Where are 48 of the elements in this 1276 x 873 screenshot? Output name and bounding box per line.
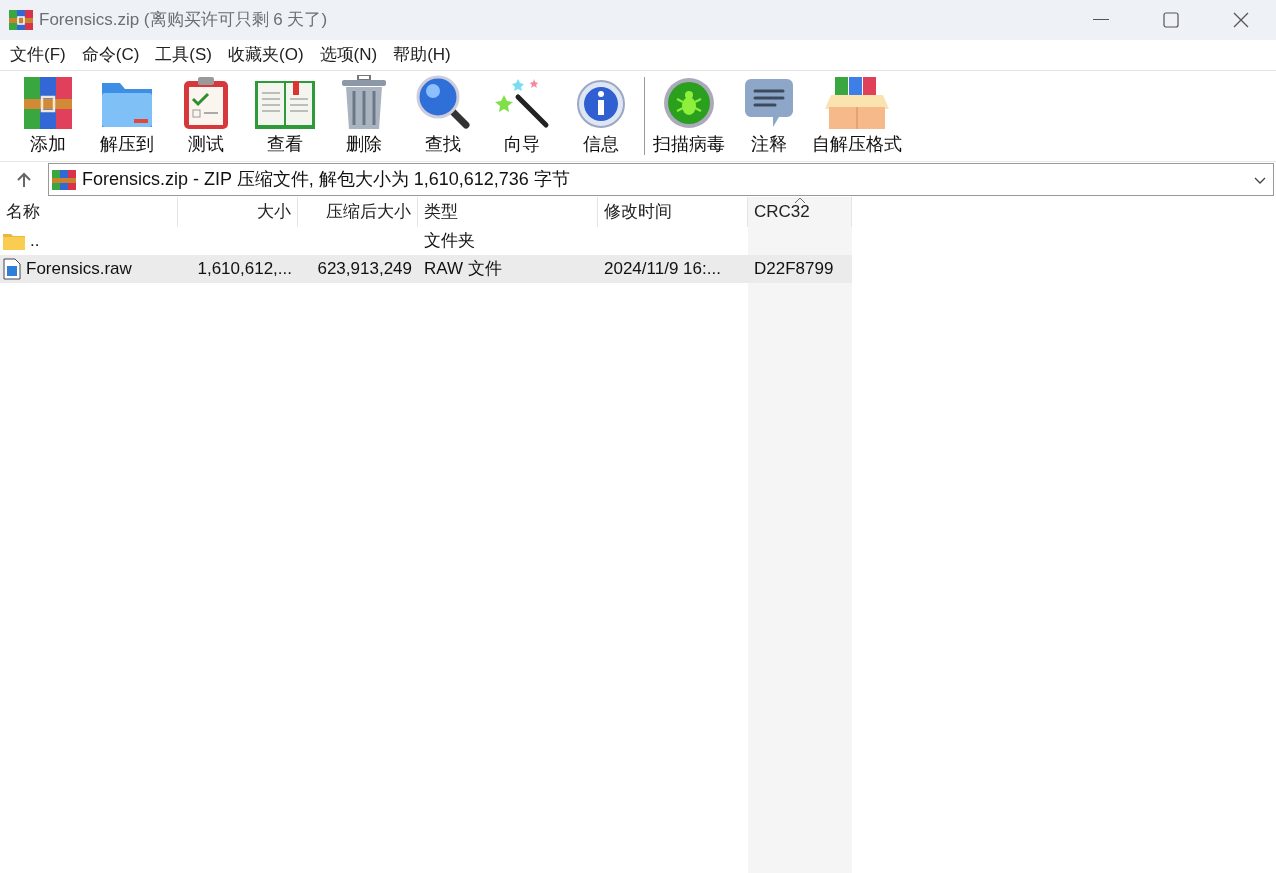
trash-can-icon <box>341 75 386 129</box>
toolbar-button[interactable]: 扫描病毒 <box>649 73 729 159</box>
file-icon <box>3 258 21 280</box>
sort-caret-icon <box>794 197 806 204</box>
toolbar-button[interactable]: 添加 <box>8 73 87 159</box>
file-name: Forensics.raw <box>26 258 132 281</box>
table-cell-text: RAW 文件 <box>424 258 502 281</box>
minimize-icon <box>1093 19 1109 21</box>
open-book-icon <box>254 79 315 129</box>
box-with-books-icon <box>825 77 889 129</box>
file-name: .. <box>30 230 40 253</box>
table-cell-text: 1,610,612,... <box>197 258 292 281</box>
table-cell-text: 623,913,249 <box>317 258 412 281</box>
magic-wand-icon <box>493 77 550 129</box>
info-icon <box>575 79 626 129</box>
add-icon <box>23 77 72 129</box>
maximize-icon <box>1163 12 1179 28</box>
toolbar-button[interactable]: 查看 <box>245 73 324 159</box>
address-field[interactable]: Forensics.zip - ZIP 压缩文件, 解包大小为 1,610,612,736 字节 <box>48 163 1274 196</box>
toolbar-button[interactable]: 解压到 <box>87 73 166 159</box>
toolbar-button[interactable]: 注释 <box>729 73 808 159</box>
toolbar-button[interactable]: 删除 <box>324 73 403 159</box>
app-icon <box>9 10 33 30</box>
file-row[interactable]: .. 文件夹 <box>0 227 852 255</box>
magnifier-icon <box>415 75 470 129</box>
toolbar-button[interactable]: 查找 <box>403 73 482 159</box>
toolbar-button[interactable]: 自解压格式 <box>808 73 906 159</box>
clipboard-check-icon <box>183 77 228 129</box>
table-cell-text: D22F8799 <box>754 258 834 281</box>
table-cell-text: 文件夹 <box>424 230 475 253</box>
menu-item[interactable]: 帮助(H) <box>385 41 459 69</box>
toolbar-button[interactable]: 测试 <box>166 73 245 159</box>
menu-item[interactable]: 工具(S) <box>147 41 220 69</box>
speech-bubble-icon <box>744 79 793 129</box>
close-icon <box>1233 12 1249 28</box>
menu-item[interactable]: 选项(N) <box>311 41 386 69</box>
toolbar-button[interactable]: 信息 <box>561 73 640 159</box>
file-row[interactable]: Forensics.raw 1,610,612,... 623,913,249 RAW 文件 2024/11/9 16:... D22F8799 <box>0 255 852 283</box>
bug-icon <box>663 77 715 129</box>
folder-icon <box>3 232 25 250</box>
up-arrow-icon <box>15 170 33 189</box>
table-cell-text: 2024/11/9 16:... <box>604 258 721 281</box>
window-title: Forensics.zip (离购买许可只剩 6 天了) <box>39 9 328 32</box>
menu-item[interactable]: 命令(C) <box>73 41 148 69</box>
menu-item[interactable]: 文件(F) <box>2 41 74 69</box>
menu-item[interactable]: 收藏夹(O) <box>220 41 312 69</box>
archive-icon <box>52 168 76 191</box>
toolbar-button[interactable]: 向导 <box>482 73 561 159</box>
